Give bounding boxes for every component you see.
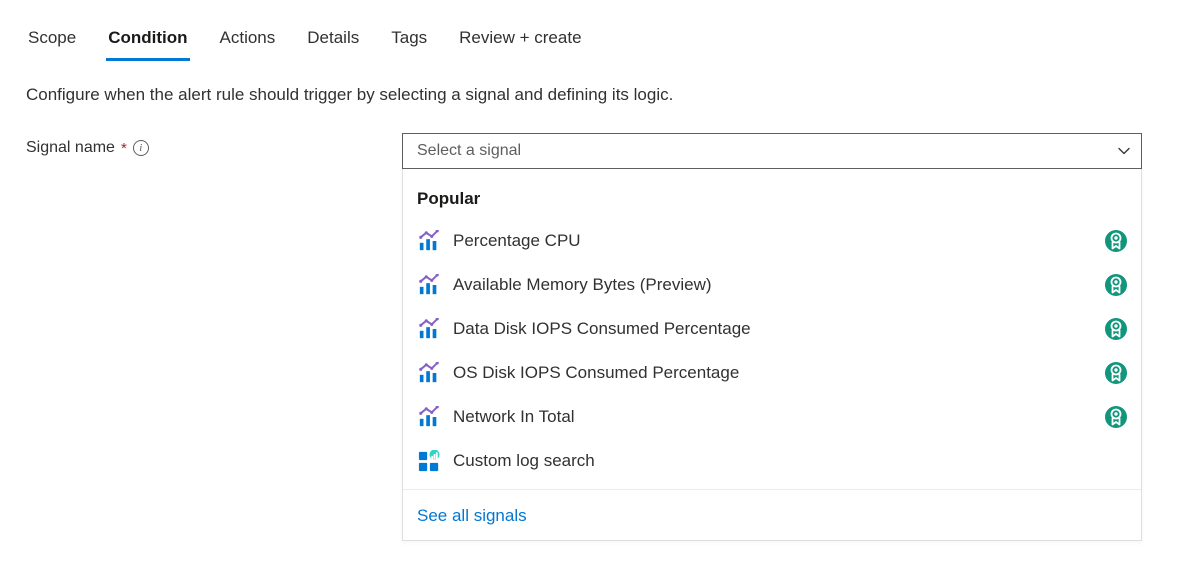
signal-option-label: Data Disk IOPS Consumed Percentage bbox=[453, 319, 1105, 339]
signal-select-wrapper: Select a signal Popular Percentage CPU Av… bbox=[402, 133, 1142, 541]
metric-chart-icon bbox=[417, 361, 441, 385]
signal-select-placeholder: Select a signal bbox=[417, 142, 521, 160]
signal-option[interactable]: Network In Total bbox=[403, 395, 1141, 439]
metric-chart-icon bbox=[417, 405, 441, 429]
metric-chart-icon bbox=[417, 229, 441, 253]
dropdown-divider bbox=[403, 489, 1141, 490]
signal-name-label-text: Signal name bbox=[26, 139, 115, 157]
signal-name-label: Signal name * i bbox=[26, 133, 402, 157]
tab-details[interactable]: Details bbox=[305, 20, 361, 60]
signal-option-label: Available Memory Bytes (Preview) bbox=[453, 275, 1105, 295]
tab-condition[interactable]: Condition bbox=[106, 20, 189, 60]
tab-review-create[interactable]: Review + create bbox=[457, 20, 583, 60]
tab-bar: Scope Condition Actions Details Tags Review +… bbox=[26, 20, 1154, 61]
recommended-badge-icon bbox=[1105, 406, 1127, 428]
signal-option-label: Network In Total bbox=[453, 407, 1105, 427]
signal-option-label: OS Disk IOPS Consumed Percentage bbox=[453, 363, 1105, 383]
recommended-badge-icon bbox=[1105, 230, 1127, 252]
recommended-badge-icon bbox=[1105, 362, 1127, 384]
required-asterisk: * bbox=[121, 140, 127, 157]
metric-chart-icon bbox=[417, 317, 441, 341]
dropdown-section-header: Popular bbox=[403, 179, 1141, 219]
info-icon[interactable]: i bbox=[133, 140, 149, 156]
tab-scope[interactable]: Scope bbox=[26, 20, 78, 60]
log-analytics-icon bbox=[417, 449, 441, 473]
see-all-signals-link[interactable]: See all signals bbox=[403, 502, 1141, 526]
signal-option[interactable]: Available Memory Bytes (Preview) bbox=[403, 263, 1141, 307]
recommended-badge-icon bbox=[1105, 274, 1127, 296]
signal-option-label: Percentage CPU bbox=[453, 231, 1105, 251]
signal-option[interactable]: Data Disk IOPS Consumed Percentage bbox=[403, 307, 1141, 351]
chevron-down-icon bbox=[1117, 144, 1131, 158]
signal-option-label: Custom log search bbox=[453, 451, 1127, 471]
signal-dropdown: Popular Percentage CPU Available Memory B… bbox=[402, 169, 1142, 541]
signal-select[interactable]: Select a signal bbox=[402, 133, 1142, 169]
signal-option[interactable]: Percentage CPU bbox=[403, 219, 1141, 263]
signal-option[interactable]: OS Disk IOPS Consumed Percentage bbox=[403, 351, 1141, 395]
page-description: Configure when the alert rule should tri… bbox=[26, 85, 1154, 105]
recommended-badge-icon bbox=[1105, 318, 1127, 340]
signal-name-field-row: Signal name * i Select a signal Popular … bbox=[26, 133, 1154, 541]
metric-chart-icon bbox=[417, 273, 441, 297]
tab-actions[interactable]: Actions bbox=[218, 20, 278, 60]
tab-tags[interactable]: Tags bbox=[389, 20, 429, 60]
signal-option[interactable]: Custom log search bbox=[403, 439, 1141, 483]
